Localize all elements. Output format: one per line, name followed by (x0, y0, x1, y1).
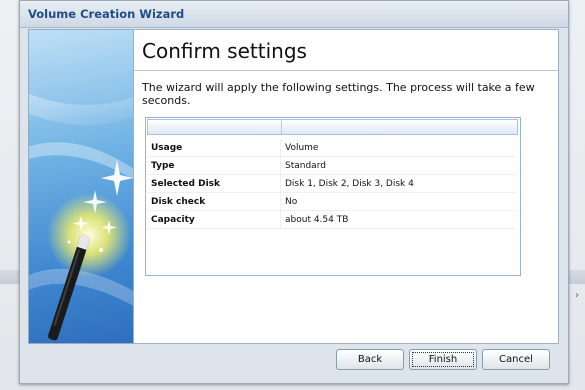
wizard-content: Confirm settings The wizard will apply t… (133, 29, 559, 344)
wizard-side-art (28, 29, 134, 344)
back-button[interactable]: Back (336, 349, 404, 370)
column-separator (280, 211, 281, 228)
table-row[interactable]: Disk check No (147, 193, 516, 211)
grid-header-cell[interactable] (148, 120, 282, 134)
window-titlebar[interactable]: Volume Creation Wizard (20, 1, 568, 28)
finish-button[interactable]: Finish (409, 349, 477, 370)
page-title: Confirm settings (142, 39, 307, 63)
setting-value: about 4.54 TB (285, 215, 349, 225)
setting-label: Capacity (151, 215, 195, 225)
page-description: The wizard will apply the following sett… (142, 81, 535, 107)
heading-divider (134, 70, 558, 71)
cancel-button[interactable]: Cancel (482, 349, 550, 370)
wizard-window: Volume Creation Wizard Confirm settings … (19, 0, 569, 384)
column-separator (280, 193, 281, 210)
table-row[interactable]: Usage Volume (147, 139, 516, 157)
setting-value: Volume (285, 143, 319, 153)
setting-label: Usage (151, 143, 183, 153)
grid-header-cell[interactable] (282, 120, 516, 134)
magic-wand-icon (29, 93, 133, 341)
window-title: Volume Creation Wizard (28, 7, 185, 21)
setting-value: Disk 1, Disk 2, Disk 3, Disk 4 (285, 179, 414, 189)
table-row[interactable]: Type Standard (147, 157, 516, 175)
settings-grid[interactable]: Usage Volume Type Standard Selected Disk… (145, 117, 521, 276)
table-row[interactable]: Capacity about 4.54 TB (147, 211, 516, 229)
column-separator (280, 139, 281, 156)
table-row[interactable]: Selected Disk Disk 1, Disk 2, Disk 3, Di… (147, 175, 516, 193)
column-separator (280, 175, 281, 192)
setting-label: Disk check (151, 197, 206, 207)
setting-value: Standard (285, 161, 326, 171)
setting-label: Type (151, 161, 175, 171)
setting-label: Selected Disk (151, 179, 220, 189)
column-separator (280, 157, 281, 174)
grid-body: Usage Volume Type Standard Selected Disk… (147, 139, 516, 229)
edge-arrow-icon: › (575, 290, 579, 301)
grid-header (147, 119, 518, 135)
setting-value: No (285, 197, 298, 207)
